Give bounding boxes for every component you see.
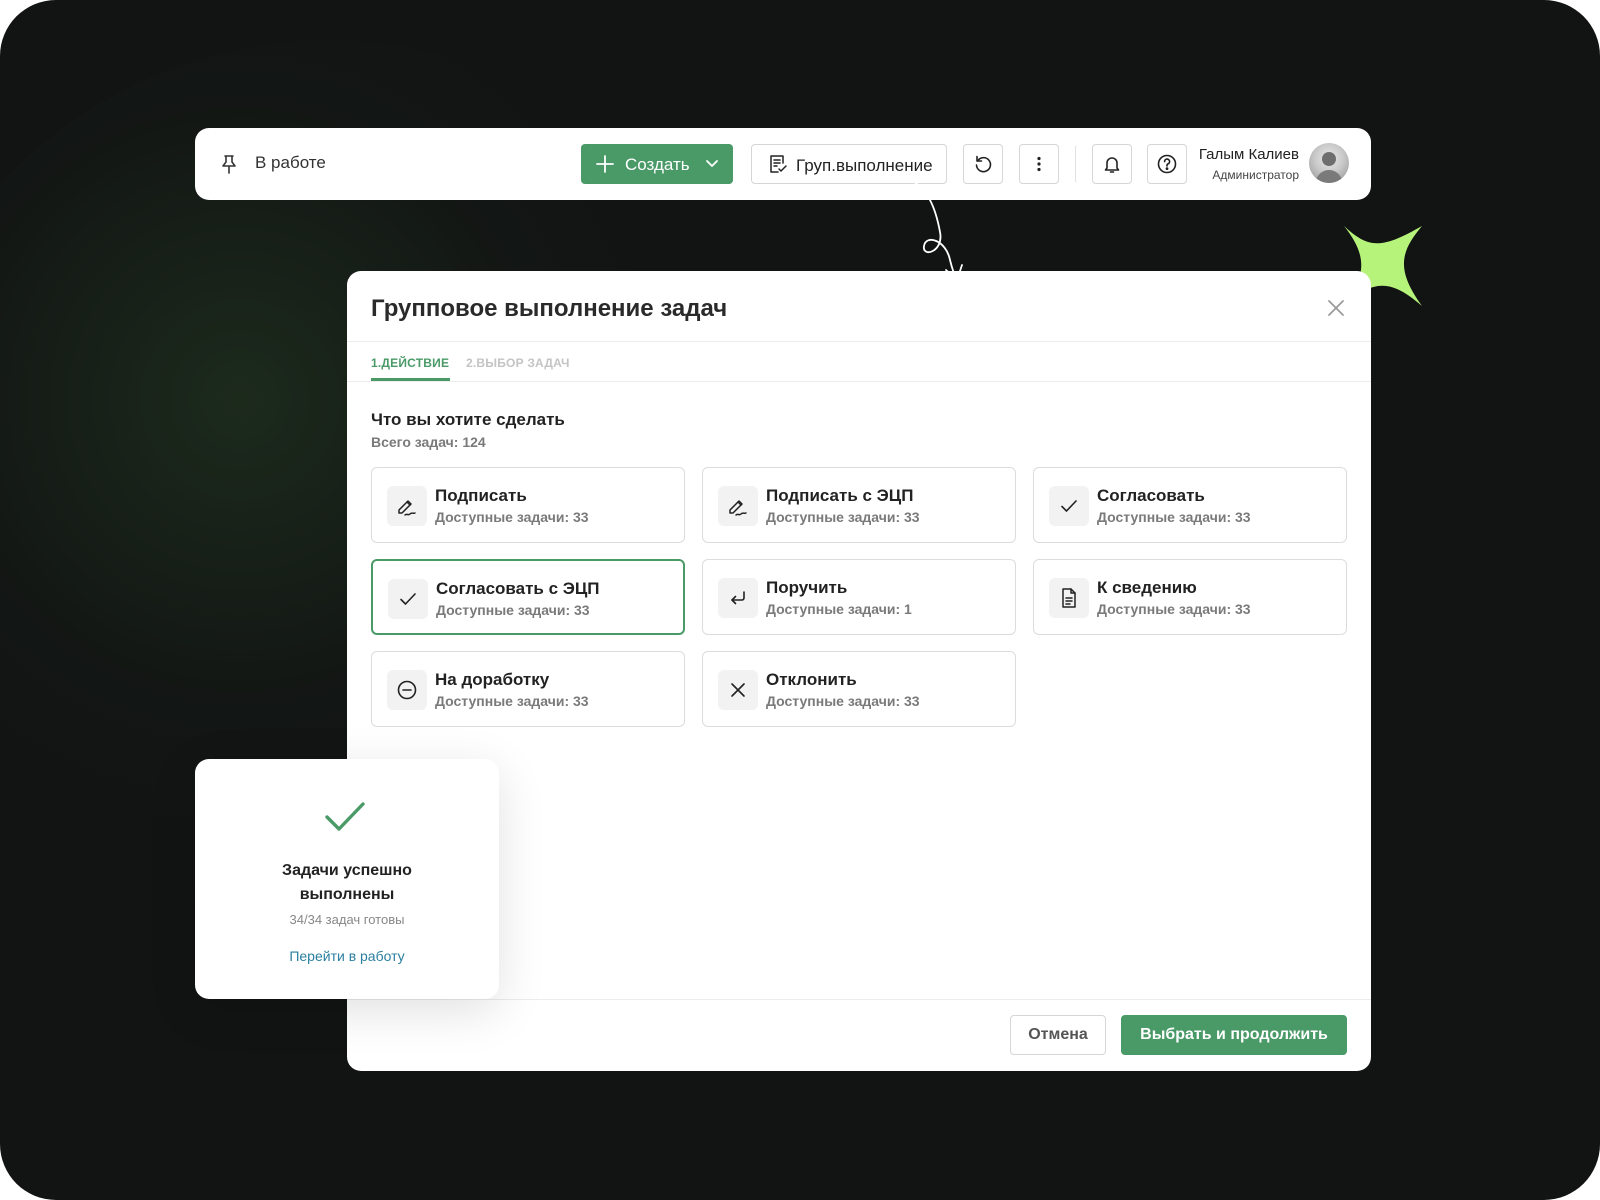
group-execution-modal: Групповое выполнение задач 1.ДЕЙСТВИЕ 2.… <box>347 271 1371 1071</box>
return-arrow-icon <box>731 591 745 605</box>
refresh-icon <box>975 155 992 173</box>
action-card-rework[interactable]: На доработку Доступные задачи: 33 <box>371 651 685 727</box>
card-subtitle: Доступные задачи: 33 <box>435 693 589 709</box>
divider <box>347 381 1371 382</box>
card-title: На доработку <box>435 670 550 689</box>
plus-icon <box>596 155 614 173</box>
action-card-sign-eds[interactable]: Подписать с ЭЦП Доступные задачи: 33 <box>702 467 1016 543</box>
chevron-down-icon <box>706 160 718 167</box>
card-subtitle: Доступные задачи: 33 <box>436 602 590 618</box>
divider <box>347 999 1371 1000</box>
card-icon-box <box>388 579 428 619</box>
bell-icon <box>1104 157 1120 173</box>
create-button[interactable]: Создать <box>581 144 733 184</box>
user-name: Галым Калиев <box>1198 146 1299 163</box>
app-frame: В работе Создать Груп.выполнение Галым К… <box>0 0 1600 1200</box>
card-icon-box <box>718 486 758 526</box>
help-button[interactable] <box>1147 144 1187 184</box>
card-subtitle: Доступные задачи: 33 <box>1097 601 1251 617</box>
total-tasks: Всего задач: 124 <box>371 434 486 450</box>
signature-icon <box>398 500 416 516</box>
check-icon <box>400 593 416 605</box>
close-icon <box>731 683 745 697</box>
select-and-continue-button[interactable]: Выбрать и продолжить <box>1121 1015 1347 1055</box>
refresh-button[interactable] <box>963 144 1003 184</box>
cancel-button[interactable]: Отмена <box>1010 1015 1106 1055</box>
toast-subtitle: 34/34 задач готовы <box>289 912 405 927</box>
card-subtitle: Доступные задачи: 33 <box>435 509 589 525</box>
toast-title: Задачи успешно выполнены <box>282 862 412 903</box>
document-icon <box>1062 588 1076 608</box>
checklist-document-icon <box>770 155 787 173</box>
card-subtitle: Доступные задачи: 33 <box>766 509 920 525</box>
tab-action[interactable]: 1.ДЕЙСТВИЕ <box>371 356 449 370</box>
notifications-button[interactable] <box>1092 144 1132 184</box>
card-icon-box <box>718 578 758 618</box>
check-icon <box>1061 500 1077 512</box>
card-icon-box <box>387 670 427 710</box>
card-title: Поручить <box>766 578 848 597</box>
card-icon-box <box>1049 578 1089 618</box>
card-title: Подписать с ЭЦП <box>766 486 914 505</box>
action-card-reject[interactable]: Отклонить Доступные задачи: 33 <box>702 651 1016 727</box>
action-grid: Подписать Доступные задачи: 33 Подписать… <box>371 467 1347 727</box>
divider <box>347 341 1371 342</box>
success-toast: Задачи успешно выполнены 34/34 задач гот… <box>195 759 499 999</box>
action-card-sign[interactable]: Подписать Доступные задачи: 33 <box>371 467 685 543</box>
group-execution-label: Груп.выполнение <box>796 156 933 175</box>
card-subtitle: Доступные задачи: 33 <box>1097 509 1251 525</box>
more-button[interactable] <box>1019 144 1059 184</box>
card-title: Подписать <box>435 486 527 505</box>
create-button-label: Создать <box>625 155 690 174</box>
card-icon-box <box>1049 486 1089 526</box>
tab-select-tasks[interactable]: 2.ВЫБОР ЗАДАЧ <box>466 356 570 370</box>
card-subtitle: Доступные задачи: 33 <box>766 693 920 709</box>
action-card-approve[interactable]: Согласовать Доступные задачи: 33 <box>1033 467 1347 543</box>
top-bar: В работе Создать Груп.выполнение Галым К… <box>195 128 1371 200</box>
divider <box>1075 146 1076 182</box>
status-label: В работе <box>255 153 326 172</box>
card-title: К сведению <box>1097 578 1197 597</box>
avatar[interactable] <box>1309 143 1349 183</box>
user-role: Администратор <box>1212 168 1299 182</box>
action-card-assign[interactable]: Поручить Доступные задачи: 1 <box>702 559 1016 635</box>
success-check-icon <box>325 802 365 831</box>
pin-icon[interactable] <box>219 154 239 174</box>
close-icon[interactable] <box>1325 297 1347 319</box>
go-to-work-link[interactable]: Перейти в работу <box>195 948 499 964</box>
avatar-silhouette-icon <box>1315 152 1343 183</box>
card-title: Отклонить <box>766 670 857 689</box>
question-title: Что вы хотите сделать <box>371 410 565 429</box>
signature-icon <box>729 500 747 516</box>
help-icon <box>1157 154 1177 174</box>
card-subtitle: Доступные задачи: 1 <box>766 601 912 617</box>
more-vertical-icon <box>1037 156 1041 172</box>
card-icon-box <box>387 486 427 526</box>
modal-title: Групповое выполнение задач <box>371 295 728 322</box>
minus-circle-icon <box>397 680 417 700</box>
card-icon-box <box>718 670 758 710</box>
card-title: Согласовать с ЭЦП <box>436 579 600 598</box>
action-card-approve-eds[interactable]: Согласовать с ЭЦП Доступные задачи: 33 <box>371 559 685 635</box>
action-card-for-info[interactable]: К сведению Доступные задачи: 33 <box>1033 559 1347 635</box>
group-execution-button[interactable]: Груп.выполнение <box>751 144 947 184</box>
card-title: Согласовать <box>1097 486 1205 505</box>
